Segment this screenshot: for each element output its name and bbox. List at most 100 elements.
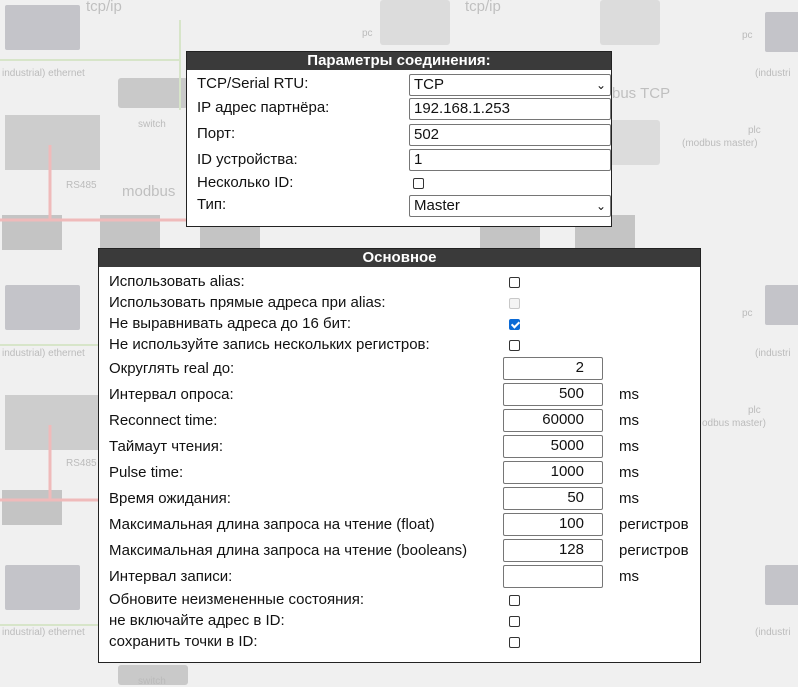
port-row: Порт: 502 xyxy=(187,124,611,146)
checkbox-row: Не выравнивать адреса до 16 бит: xyxy=(99,315,700,335)
main-settings-panel: Основное Использовать alias: Использовать… xyxy=(98,248,701,663)
field-unit: ms xyxy=(619,386,639,403)
chevron-down-icon: ⌄ xyxy=(595,78,606,92)
field-label: Reconnect time: xyxy=(109,412,218,429)
type-label: Тип: xyxy=(197,196,227,213)
field-unit: ms xyxy=(619,490,639,507)
bg-label: tcp/ip xyxy=(465,0,501,15)
field-input[interactable]: 60000 xyxy=(503,409,603,432)
checkbox-row: Использовать прямые адреса при alias: xyxy=(99,294,700,314)
bg-label: RS485 xyxy=(66,180,97,191)
bg-label: odbus master) xyxy=(702,418,766,429)
checkbox-label: Использовать прямые адреса при alias: xyxy=(109,294,386,311)
field-row: Интервал записи: ms xyxy=(99,565,700,588)
option-checkbox[interactable] xyxy=(509,340,520,351)
checkbox-label: Обновите неизмененные состояния: xyxy=(109,591,365,608)
bg-label: plc xyxy=(748,125,761,136)
bg-label: (industri xyxy=(755,68,791,79)
field-row: Таймаут чтения: 5000 ms xyxy=(99,435,700,458)
main-settings-title: Основное xyxy=(99,249,700,267)
field-input[interactable]: 50 xyxy=(503,487,603,510)
chevron-down-icon: ⌄ xyxy=(595,199,606,213)
checkbox-row: Не используйте запись нескольких регистр… xyxy=(99,336,700,356)
checkbox-label: Не используйте запись нескольких регистр… xyxy=(109,336,430,353)
tcp-serial-label: TCP/Serial RTU: xyxy=(197,75,309,92)
field-input[interactable]: 1000 xyxy=(503,461,603,484)
field-label: Pulse time: xyxy=(109,464,184,481)
field-unit: регистров xyxy=(619,516,689,533)
bg-label: switch xyxy=(138,119,166,130)
option-checkbox[interactable] xyxy=(509,637,520,648)
checkbox-label: не включайте адрес в ID: xyxy=(109,612,285,629)
field-row: Интервал опроса: 500 ms xyxy=(99,383,700,406)
type-value: Master xyxy=(414,197,460,214)
type-select[interactable]: Master ⌄ xyxy=(409,195,611,217)
device-id-input[interactable]: 1 xyxy=(409,149,611,171)
field-row: Reconnect time: 60000 ms xyxy=(99,409,700,432)
port-label: Порт: xyxy=(197,125,236,142)
bg-label: pc xyxy=(362,28,373,39)
port-input[interactable]: 502 xyxy=(409,124,611,146)
bg-label: plc xyxy=(748,405,761,416)
field-input[interactable] xyxy=(503,565,603,588)
tcp-serial-select[interactable]: TCP ⌄ xyxy=(409,74,611,96)
field-label: Округлять real до: xyxy=(109,360,235,377)
bg-label: (industri xyxy=(755,348,791,359)
multi-id-label: Несколько ID: xyxy=(197,174,294,191)
checkbox-row: не включайте адрес в ID: xyxy=(99,612,700,632)
field-unit: ms xyxy=(619,568,639,585)
field-row: Округлять real до: 2 xyxy=(99,357,700,380)
field-unit: ms xyxy=(619,464,639,481)
option-checkbox[interactable] xyxy=(509,616,520,627)
bg-label: industrial) ethernet xyxy=(2,348,85,359)
ip-input[interactable]: 192.168.1.253 xyxy=(409,98,611,120)
field-input[interactable]: 2 xyxy=(503,357,603,380)
ip-row: IP адрес партнёра: 192.168.1.253 xyxy=(187,98,611,120)
field-label: Таймаут чтения: xyxy=(109,438,224,455)
field-label: Максимальная длина запроса на чтение (bo… xyxy=(109,542,468,559)
multi-id-row: Несколько ID: xyxy=(187,174,611,194)
checkbox-row: Использовать alias: xyxy=(99,273,700,293)
bg-label: pc xyxy=(742,308,753,319)
checkbox-row: Обновите неизмененные состояния: xyxy=(99,591,700,611)
field-label: Время ожидания: xyxy=(109,490,231,507)
bg-label: modbus xyxy=(122,183,176,200)
checkbox-label: Использовать alias: xyxy=(109,273,245,290)
bg-label: switch xyxy=(138,676,166,687)
checkbox-label: Не выравнивать адреса до 16 бит: xyxy=(109,315,351,332)
bg-label: pc xyxy=(742,30,753,41)
field-input[interactable]: 500 xyxy=(503,383,603,406)
field-label: Интервал записи: xyxy=(109,568,233,585)
tcp-serial-value: TCP xyxy=(414,76,444,93)
field-row: Время ожидания: 50 ms xyxy=(99,487,700,510)
option-checkbox xyxy=(509,298,520,309)
field-unit: ms xyxy=(619,412,639,429)
field-input[interactable]: 128 xyxy=(503,539,603,562)
device-id-label: ID устройства: xyxy=(197,151,298,168)
option-checkbox[interactable] xyxy=(509,277,520,288)
field-label: Интервал опроса: xyxy=(109,386,234,403)
connection-params-panel: Параметры соединения: TCP/Serial RTU: TC… xyxy=(186,51,612,227)
multi-id-checkbox[interactable] xyxy=(413,178,424,189)
field-input[interactable]: 100 xyxy=(503,513,603,536)
field-input[interactable]: 5000 xyxy=(503,435,603,458)
bg-label: (industri xyxy=(755,627,791,638)
option-checkbox[interactable] xyxy=(509,595,520,606)
tcp-serial-row: TCP/Serial RTU: TCP ⌄ xyxy=(187,74,611,96)
type-row: Тип: Master ⌄ xyxy=(187,195,611,217)
bg-label: industrial) ethernet xyxy=(2,627,85,638)
checkbox-label: сохранить точки в ID: xyxy=(109,633,258,650)
option-checkbox[interactable] xyxy=(509,319,520,330)
checkbox-row: сохранить точки в ID: xyxy=(99,633,700,653)
field-row: Максимальная длина запроса на чтение (bo… xyxy=(99,539,700,562)
field-row: Pulse time: 1000 ms xyxy=(99,461,700,484)
field-label: Максимальная длина запроса на чтение (fl… xyxy=(109,516,435,533)
connection-params-title: Параметры соединения: xyxy=(187,52,611,70)
bg-label: tcp/ip xyxy=(86,0,122,15)
bg-label: (modbus master) xyxy=(682,138,758,149)
field-row: Максимальная длина запроса на чтение (fl… xyxy=(99,513,700,536)
bg-label: bus TCP xyxy=(612,85,671,102)
bg-label: RS485 xyxy=(66,458,97,469)
field-unit: ms xyxy=(619,438,639,455)
bg-label: industrial) ethernet xyxy=(2,68,85,79)
